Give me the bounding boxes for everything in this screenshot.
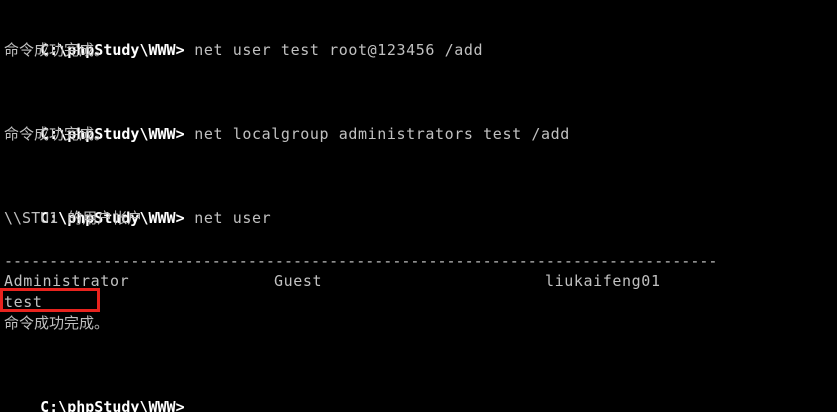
command-line-current[interactable]: C:\phpStudy\WWW> [4, 376, 185, 412]
command-output-3: 命令成功完成。 [4, 314, 110, 332]
account-guest: Guest [274, 272, 323, 290]
command-text: net localgroup administrators test /add [184, 125, 570, 143]
terminal-window[interactable]: C:\phpStudy\WWW> net user test root@1234… [0, 0, 837, 412]
command-line-1: C:\phpStudy\WWW> net user test root@1234… [4, 19, 483, 59]
command-line-3: C:\phpStudy\WWW> net user [4, 187, 271, 227]
separator-line: ----------------------------------------… [4, 252, 718, 270]
user-accounts-header: \\STU1 的用户帐户 [4, 209, 143, 227]
command-line-2: C:\phpStudy\WWW> net localgroup administ… [4, 103, 570, 143]
prompt: C:\phpStudy\WWW> [40, 398, 185, 412]
highlight-annotation [0, 288, 100, 312]
command-text: net user test root@123456 /add [184, 41, 484, 59]
account-liukaifeng01: liukaifeng01 [545, 272, 661, 290]
command-text: net user [184, 209, 272, 227]
command-output-2: 命令成功完成。 [4, 125, 110, 143]
command-output-1: 命令成功完成。 [4, 41, 110, 59]
